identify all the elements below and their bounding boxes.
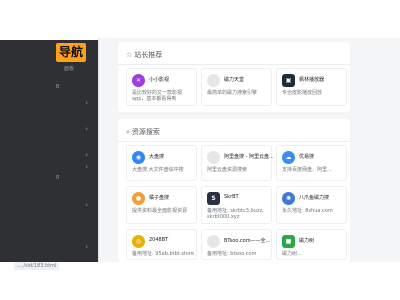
chevron-right-icon: › (85, 201, 88, 209)
chevron-right-icon: › (85, 125, 88, 133)
site-card[interactable]: ◎ 2048BT 备用地址: 95ab.btbt.store (126, 229, 197, 260)
sidebar-item-1[interactable]: B (56, 84, 96, 94)
site-card-desc: 是比较好的又一款影视app，基本都看得到 (132, 90, 183, 102)
site-card[interactable]: BTsoo.com——全... 备用地址: btsoo.com (201, 229, 272, 260)
panel-recommended: ☆ 站长推荐 ✕ 小小影视 是比较好的又一款影视app，基本都看得到 磁力天堂 最… (118, 42, 350, 112)
site-card-desc: 备用地址: 95ab.btbt.store (132, 251, 194, 257)
cloud-icon: ☁ (282, 151, 295, 164)
octopus-icon: ✺ (282, 192, 295, 205)
sidebar-item-3[interactable]: › (56, 124, 96, 134)
sidebar-item-6[interactable]: g (56, 174, 96, 184)
site-card-name: 2048BT (149, 237, 169, 243)
site-card[interactable]: S SkrBT 备用地址: skrbtc3.buzz, skrbt000.xyz (201, 186, 272, 224)
magnet-icon (207, 74, 220, 87)
tree-icon: ■ (282, 235, 295, 248)
sidebar-item-2[interactable]: › (56, 98, 96, 108)
site-card-desc: 备用地址: btsoo.com (207, 251, 257, 257)
site-card[interactable]: ▣ 枫林播放器 专治皮影播放回放 (276, 68, 347, 106)
site-card-name: SkrBT (224, 194, 239, 200)
star-icon: ☆ (126, 51, 133, 59)
site-card-name: 大盘搜 (149, 154, 165, 160)
cloud-icon (207, 151, 220, 164)
site-card-name: 阿里盘搜 - 阿里云盘... (224, 154, 274, 160)
status-bar: ..../sid/183.html (0, 262, 400, 300)
site-card-desc: 永久地址: 8zhua.com (282, 208, 333, 214)
site-card-desc: 提供资料最全面影视资源 (132, 208, 188, 214)
site-card-name: 优易搜 (299, 154, 315, 160)
bt-icon: ◎ (132, 235, 145, 248)
site-card[interactable]: 磁力天堂 最简单的磁力搜索引擎 (201, 68, 272, 106)
site-card-name: 枫林播放器 (299, 77, 325, 83)
sidebar-item-label: g (56, 174, 60, 180)
site-card[interactable]: ● 橘子盘搜 提供资料最全面影视资源 (126, 186, 197, 224)
main-content: ☆ 站长推荐 ✕ 小小影视 是比较好的又一款影视app，基本都看得到 磁力天堂 最… (99, 38, 400, 262)
site-card-desc: 最简单的磁力搜索引擎 (207, 90, 258, 96)
site-card-name: 八爪鱼磁力搜 (299, 195, 330, 201)
site-logo[interactable]: 导航 (56, 43, 86, 62)
site-card[interactable]: ☁ 优易搜 支持百度网盘、阿里... (276, 145, 347, 181)
sidebar-item-4[interactable]: › (56, 150, 96, 160)
sidebar-item-7[interactable]: › (56, 200, 96, 210)
site-card-name: 橘子盘搜 (149, 195, 170, 201)
site-card[interactable]: ✕ 小小影视 是比较好的又一款影视app，基本都看得到 (126, 68, 197, 106)
sidebar: 导航 面板 B › › › › g › › (0, 40, 98, 262)
panel-title-text: 资源搜索 (131, 128, 160, 136)
chevron-right-icon: › (85, 99, 88, 107)
site-card-desc: 磁力树... (282, 251, 302, 257)
site-card-desc: 阿里云盘资源搜索 (207, 167, 248, 173)
site-card-name: BTsoo.com——全... (224, 238, 271, 244)
sidebar-item-5[interactable]: › (56, 162, 96, 172)
divider (118, 141, 350, 142)
sidebar-item-label: B (56, 84, 60, 90)
divider (118, 64, 350, 65)
panel-title-text: 站长推荐 (134, 51, 163, 59)
site-card-desc: 大盘搜,大文件盘综中搜 (132, 167, 184, 173)
skr-icon: S (207, 192, 220, 205)
site-card[interactable]: ■ 磁力树 磁力树... (276, 229, 347, 260)
site-card[interactable]: ◉ 大盘搜 大盘搜,大文件盘综中搜 (126, 145, 197, 181)
logo-subtitle: 面板 (64, 66, 75, 72)
site-card-name: 磁力树 (299, 238, 315, 244)
panel-title: ☆ 站长推荐 (126, 50, 162, 60)
status-url: ..../sid/183.html (14, 262, 60, 270)
site-card-desc: 支持百度网盘、阿里... (282, 167, 332, 173)
chevron-right-icon: › (85, 243, 88, 251)
site-card-desc: 备用地址: skrbtc3.buzz, skrbt000.xyz (207, 208, 264, 220)
search-icon: ◉ (132, 151, 145, 164)
site-card-name: 磁力天堂 (224, 77, 245, 83)
chevron-right-icon: › (85, 151, 88, 159)
panel-resource-search: ⌕ 资源搜索 ◉ 大盘搜 大盘搜,大文件盘综中搜 阿里盘搜 - 阿里云盘... 阿… (118, 119, 350, 262)
panel-title: ⌕ 资源搜索 (126, 127, 160, 137)
site-card-name: 小小影视 (149, 77, 170, 83)
sidebar-item-8[interactable]: › (56, 242, 96, 252)
play-icon: ✕ (132, 74, 145, 87)
search-icon: ⌕ (126, 128, 130, 136)
orange-icon: ● (132, 192, 145, 205)
site-card[interactable]: 阿里盘搜 - 阿里云盘... 阿里云盘资源搜索 (201, 145, 274, 181)
top-bar (0, 0, 400, 38)
film-icon: ▣ (282, 74, 295, 87)
chevron-right-icon: › (85, 163, 88, 171)
site-card[interactable]: ✺ 八爪鱼磁力搜 永久地址: 8zhua.com (276, 186, 347, 224)
bt-icon (207, 235, 220, 248)
site-card-desc: 专治皮影播放回放 (282, 90, 323, 96)
